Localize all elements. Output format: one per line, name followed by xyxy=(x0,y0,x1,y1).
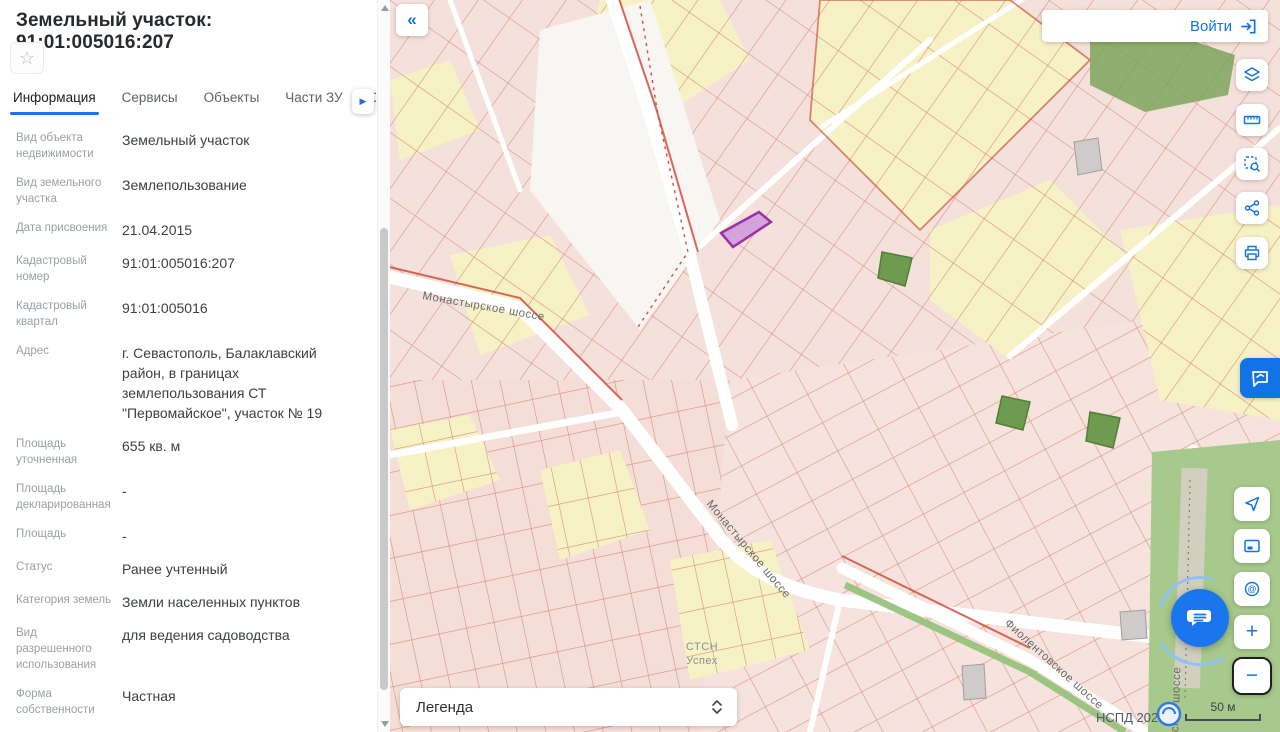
attribute-row: Вид земельного участкаЗемлепользование xyxy=(16,175,376,207)
legend-toggle[interactable]: Легенда xyxy=(400,688,737,726)
nspd-cadastral-app: Монастырское шоссе Монастырское шоссе Фи… xyxy=(0,0,1280,732)
attribute-row: Кадастровый квартал91:01:005016 xyxy=(16,298,376,330)
collapse-panel-button[interactable]: « xyxy=(396,4,428,36)
area-search-icon xyxy=(1243,155,1261,173)
panel-scrollbar[interactable] xyxy=(377,0,390,732)
tab-servisy[interactable]: Сервисы xyxy=(109,86,191,113)
minimap-button[interactable] xyxy=(1234,529,1270,563)
login-bar[interactable]: Войти xyxy=(1042,10,1268,42)
chat-lines-icon xyxy=(1186,604,1214,632)
chat-bubble-icon xyxy=(1249,367,1271,389)
scrollbar-thumb[interactable] xyxy=(380,228,388,690)
geolocation-button[interactable] xyxy=(1234,487,1270,521)
attribute-row: Кадастровый номер91:01:005016:207 xyxy=(16,253,376,285)
svg-text:@: @ xyxy=(1247,584,1256,594)
support-chat-fab[interactable] xyxy=(1171,589,1229,647)
tab-chasti-zu[interactable]: Части ЗУ xyxy=(272,86,355,113)
login-label: Войти xyxy=(1190,18,1232,35)
attribute-row: Площадь уточненная655 кв. м xyxy=(16,436,376,468)
layers-button[interactable] xyxy=(1236,59,1268,91)
zoom-in-button[interactable]: + xyxy=(1234,615,1270,649)
page-title: Земельный участок: 91:01:005016:207 xyxy=(16,10,366,54)
tab-obekty[interactable]: Объекты xyxy=(191,86,273,113)
tabs-scroll-right-button[interactable]: ▶ xyxy=(352,89,374,114)
scale-bar: 50 м xyxy=(1185,700,1261,721)
map-attribution: НСПД 2025 xyxy=(1096,710,1165,725)
chevron-updown-icon xyxy=(710,697,724,717)
attribute-row: Вид разрешенного использованиядля ведени… xyxy=(16,625,376,673)
svg-text:Успех: Успех xyxy=(686,655,718,667)
coordinate-search-button[interactable]: @ xyxy=(1234,572,1270,606)
tab-informatsiya[interactable]: Информация xyxy=(0,86,109,113)
area-select-button[interactable] xyxy=(1236,148,1268,180)
minimap-icon xyxy=(1243,537,1261,555)
attribute-row: Категория земельЗемли населенных пунктов xyxy=(16,592,376,612)
info-panel: Земельный участок: 91:01:005016:207 ☆ Ин… xyxy=(0,0,390,732)
attribute-row: Вид объекта недвижимостиЗемельный участо… xyxy=(16,130,376,162)
cadastral-map[interactable]: Монастырское шоссе Монастырское шоссе Фи… xyxy=(390,0,1280,732)
chevron-right-icon: ▶ xyxy=(360,96,367,106)
scale-label: 50 м xyxy=(1185,700,1261,714)
zoom-out-button[interactable]: − xyxy=(1232,657,1272,695)
double-chevron-left-icon: « xyxy=(407,10,416,30)
favorite-button[interactable]: ☆ xyxy=(10,42,44,74)
attribute-list: Вид объекта недвижимостиЗемельный участо… xyxy=(0,130,376,732)
star-icon: ☆ xyxy=(19,48,35,68)
legend-label: Легенда xyxy=(416,699,710,716)
tab-bar: Информация Сервисы Объекты Части ЗУ Сост… xyxy=(0,86,376,118)
scroll-down-arrow-icon[interactable] xyxy=(381,721,389,727)
attribute-row: Адресг. Севастополь, Балаклавский район,… xyxy=(16,343,376,423)
print-button[interactable] xyxy=(1236,237,1268,269)
feedback-tab-button[interactable] xyxy=(1240,358,1280,398)
attribute-row: СтатусРанее учтенный xyxy=(16,559,376,579)
share-button[interactable] xyxy=(1236,192,1268,224)
share-icon xyxy=(1243,199,1261,217)
attribute-row: Площадь декларированная- xyxy=(16,481,376,513)
attribute-row: Форма собственностиЧастная xyxy=(16,686,376,718)
printer-icon xyxy=(1243,244,1261,262)
nspd-logo-icon xyxy=(1158,703,1180,725)
plus-icon: + xyxy=(1246,620,1258,644)
layers-icon xyxy=(1243,66,1261,84)
at-search-icon: @ xyxy=(1243,580,1261,598)
scale-rule xyxy=(1185,714,1261,721)
locate-arrow-icon xyxy=(1243,495,1261,513)
login-icon xyxy=(1239,17,1258,36)
poi-label-stsn: СТСН xyxy=(686,641,718,653)
scroll-up-arrow-icon[interactable] xyxy=(381,5,389,11)
attribute-row: Дата присвоения21.04.2015 xyxy=(16,220,376,240)
minus-icon: − xyxy=(1246,664,1258,688)
measure-button[interactable] xyxy=(1236,104,1268,136)
attribute-row: Площадь- xyxy=(16,526,376,546)
ruler-icon xyxy=(1243,111,1261,129)
